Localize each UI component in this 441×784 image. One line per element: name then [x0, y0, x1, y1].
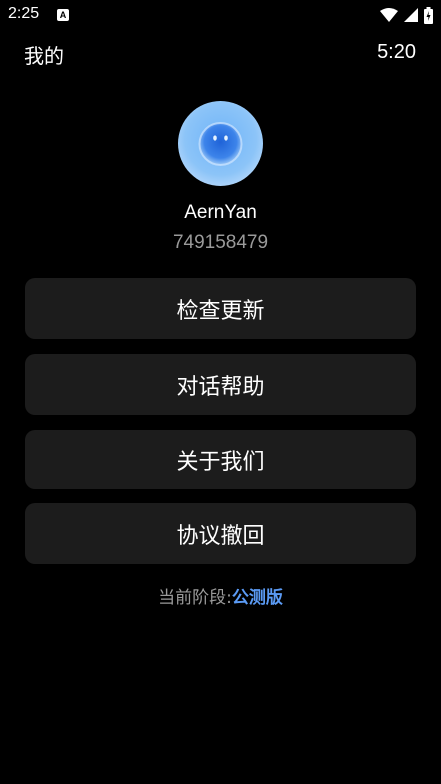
page-title: 我的: [24, 44, 64, 68]
user-id: 749158479: [172, 232, 269, 253]
avatar-mascot-icon: [178, 101, 263, 186]
header-time: 5:20: [377, 41, 416, 63]
status-time: 2:25: [8, 5, 40, 22]
chat-help-button[interactable]: 对话帮助: [25, 354, 416, 415]
check-update-button[interactable]: 检查更新: [25, 278, 416, 339]
status-icons: [380, 6, 433, 24]
battery-icon: [424, 6, 433, 24]
username: AernYan: [184, 202, 257, 223]
app-notification-icon: A: [57, 9, 69, 21]
about-us-button[interactable]: 关于我们: [25, 430, 416, 489]
stage-label: 当前阶段:: [158, 588, 232, 608]
app-notification-letter: A: [59, 9, 67, 20]
avatar[interactable]: [178, 101, 263, 186]
wifi-icon: [380, 8, 398, 22]
stage-info: 当前阶段:公测版: [0, 583, 441, 608]
stage-value: 公测版: [231, 588, 283, 608]
revoke-agreement-button[interactable]: 协议撤回: [25, 503, 416, 564]
status-bar: 2:25 A: [0, 0, 441, 30]
signal-icon: [404, 8, 418, 22]
profile-screen: 2:25 A 我的 5:20 AernYan 749158479 检查更新 对话…: [0, 0, 441, 784]
